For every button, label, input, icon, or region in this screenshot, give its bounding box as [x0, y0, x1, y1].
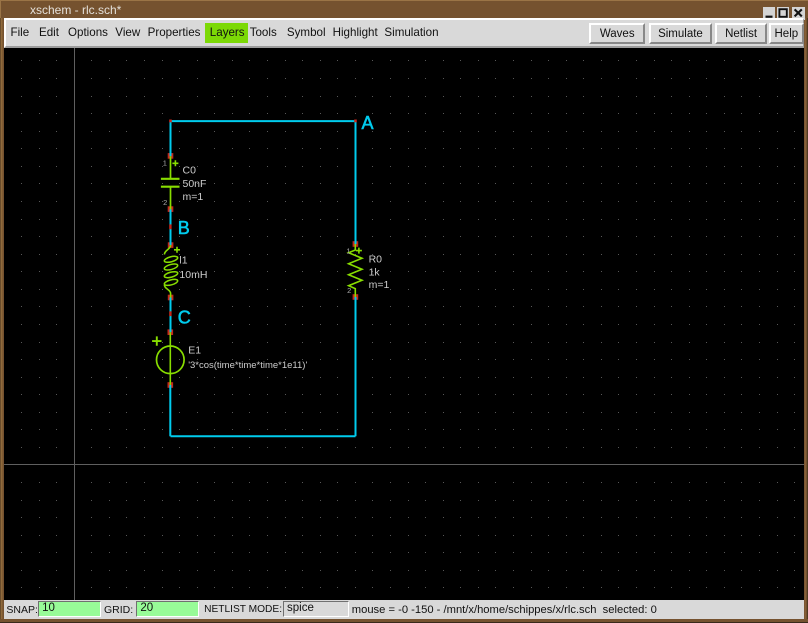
svg-text:A: A: [362, 112, 374, 132]
svg-text:m=1: m=1: [183, 191, 204, 203]
svg-text:E1: E1: [188, 344, 201, 356]
svg-text:1: 1: [346, 246, 350, 255]
svg-text:l1: l1: [179, 254, 187, 266]
svg-text:C: C: [178, 307, 191, 327]
svg-text:1k: 1k: [369, 266, 381, 278]
svg-text:10mH: 10mH: [179, 269, 207, 281]
svg-text:2: 2: [347, 285, 351, 294]
svg-text:C0: C0: [183, 164, 197, 176]
svg-text:B: B: [178, 218, 190, 238]
svg-text:m=1: m=1: [369, 279, 390, 291]
svg-text:1: 1: [163, 158, 167, 167]
svg-text:'3*cos(time*time*time*1e11)': '3*cos(time*time*time*1e11)': [188, 359, 307, 370]
svg-text:50nF: 50nF: [183, 178, 207, 190]
svg-text:2: 2: [163, 197, 167, 206]
svg-text:R0: R0: [369, 253, 383, 265]
